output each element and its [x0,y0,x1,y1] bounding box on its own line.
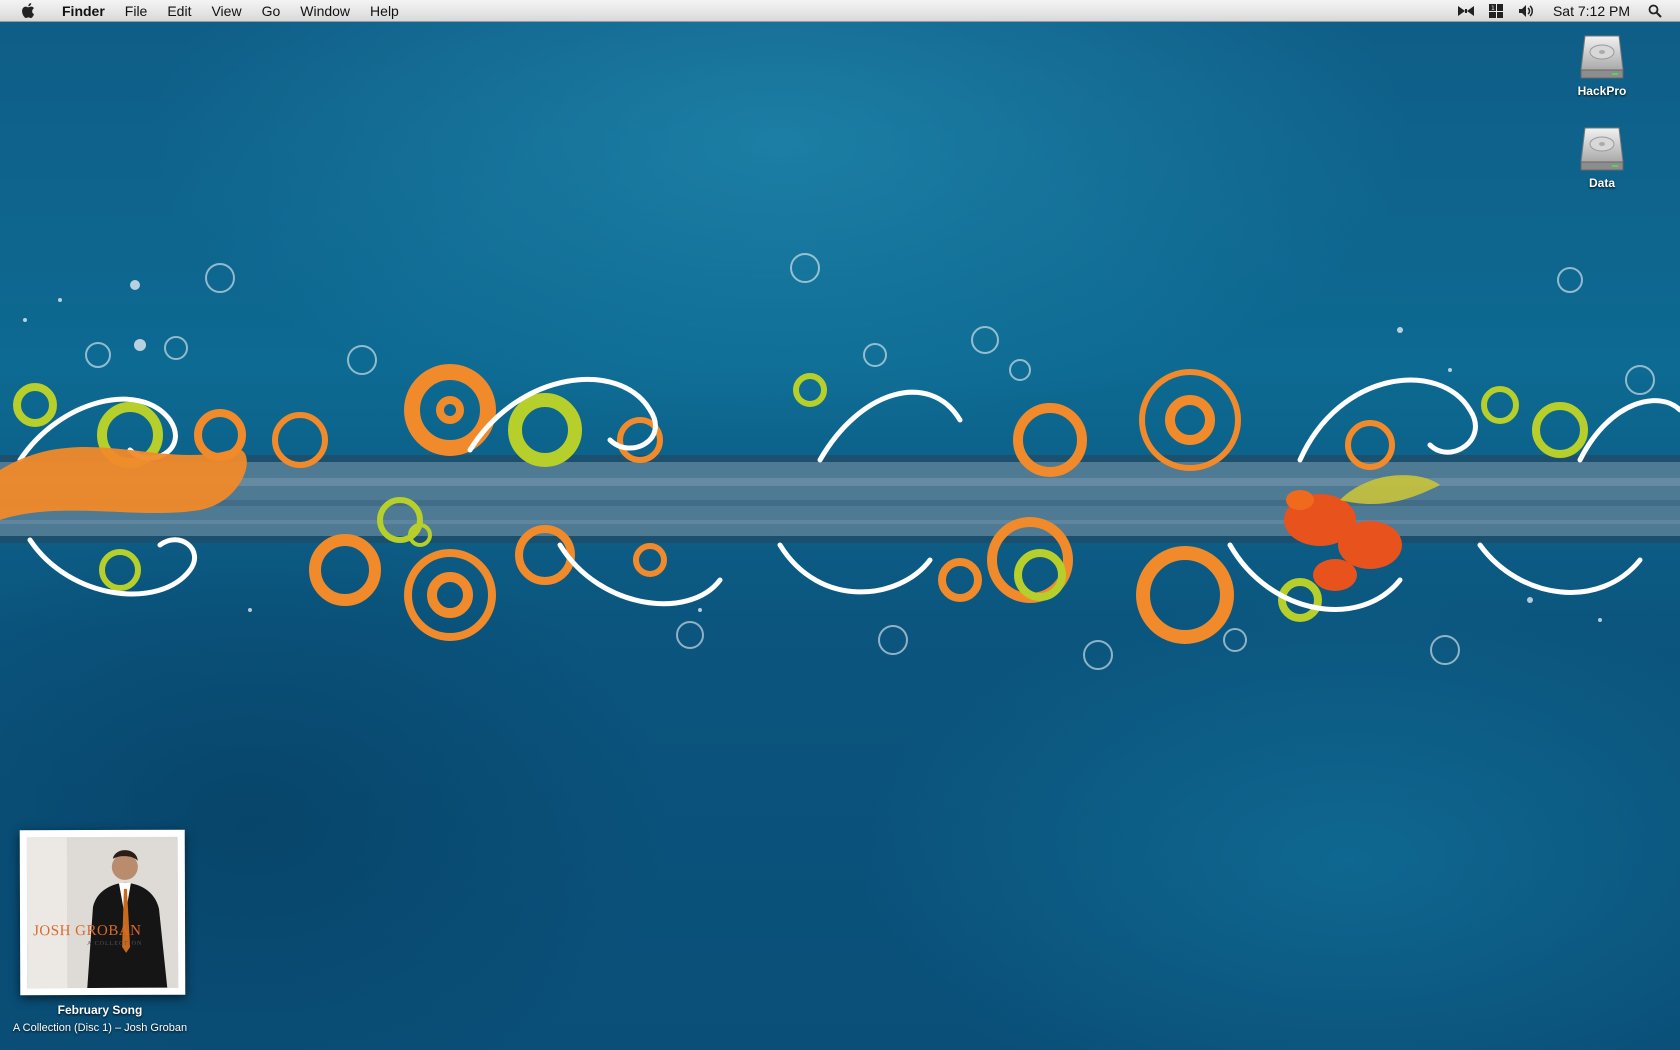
album-cover-title: JOSH GROBAN [33,922,142,940]
spotlight-icon[interactable] [1644,0,1666,22]
menu-edit[interactable]: Edit [157,0,201,22]
svg-text:1: 1 [1491,5,1495,12]
desktop-icon-label: HackPro [1577,84,1627,98]
desktop[interactable]: Finder File Edit View Go Window Help 1 S… [0,0,1680,1050]
hard-drive-icon [1580,127,1624,171]
menu-go[interactable]: Go [252,0,291,22]
volume-icon[interactable] [1515,0,1537,22]
hard-drive-icon [1580,35,1624,79]
menu-bar: Finder File Edit View Go Window Help 1 S… [0,0,1680,22]
apple-icon [21,3,34,18]
desktop-icon-hackpro[interactable]: HackPro [1547,32,1657,98]
desktop-icon-data[interactable]: Data [1547,124,1657,190]
desktop-icon-label: Data [1588,176,1615,190]
menu-help[interactable]: Help [360,0,409,22]
album-cover-portrait [26,836,179,989]
menu-clock[interactable]: Sat 7:12 PM [1541,3,1640,19]
now-playing-song: February Song [57,1003,143,1017]
menu-extras: 1 Sat 7:12 PM [1451,0,1680,22]
apple-menu[interactable] [18,2,36,20]
album-art-widget[interactable]: JOSH GROBAN A COLLECTION [19,829,186,996]
bluetooth-icon[interactable] [1455,0,1477,22]
menu-window[interactable]: Window [290,0,360,22]
menu-app-finder[interactable]: Finder [52,0,115,22]
album-cover: JOSH GROBAN A COLLECTION [26,836,179,989]
spaces-icon[interactable]: 1 [1485,0,1507,22]
menu-file[interactable]: File [115,0,158,22]
menu-view[interactable]: View [201,0,251,22]
wallpaper-art [0,253,1680,670]
now-playing-album-artist: A Collection (Disc 1) – Josh Groban [12,1022,188,1034]
album-cover-subtitle: A COLLECTION [87,940,143,948]
